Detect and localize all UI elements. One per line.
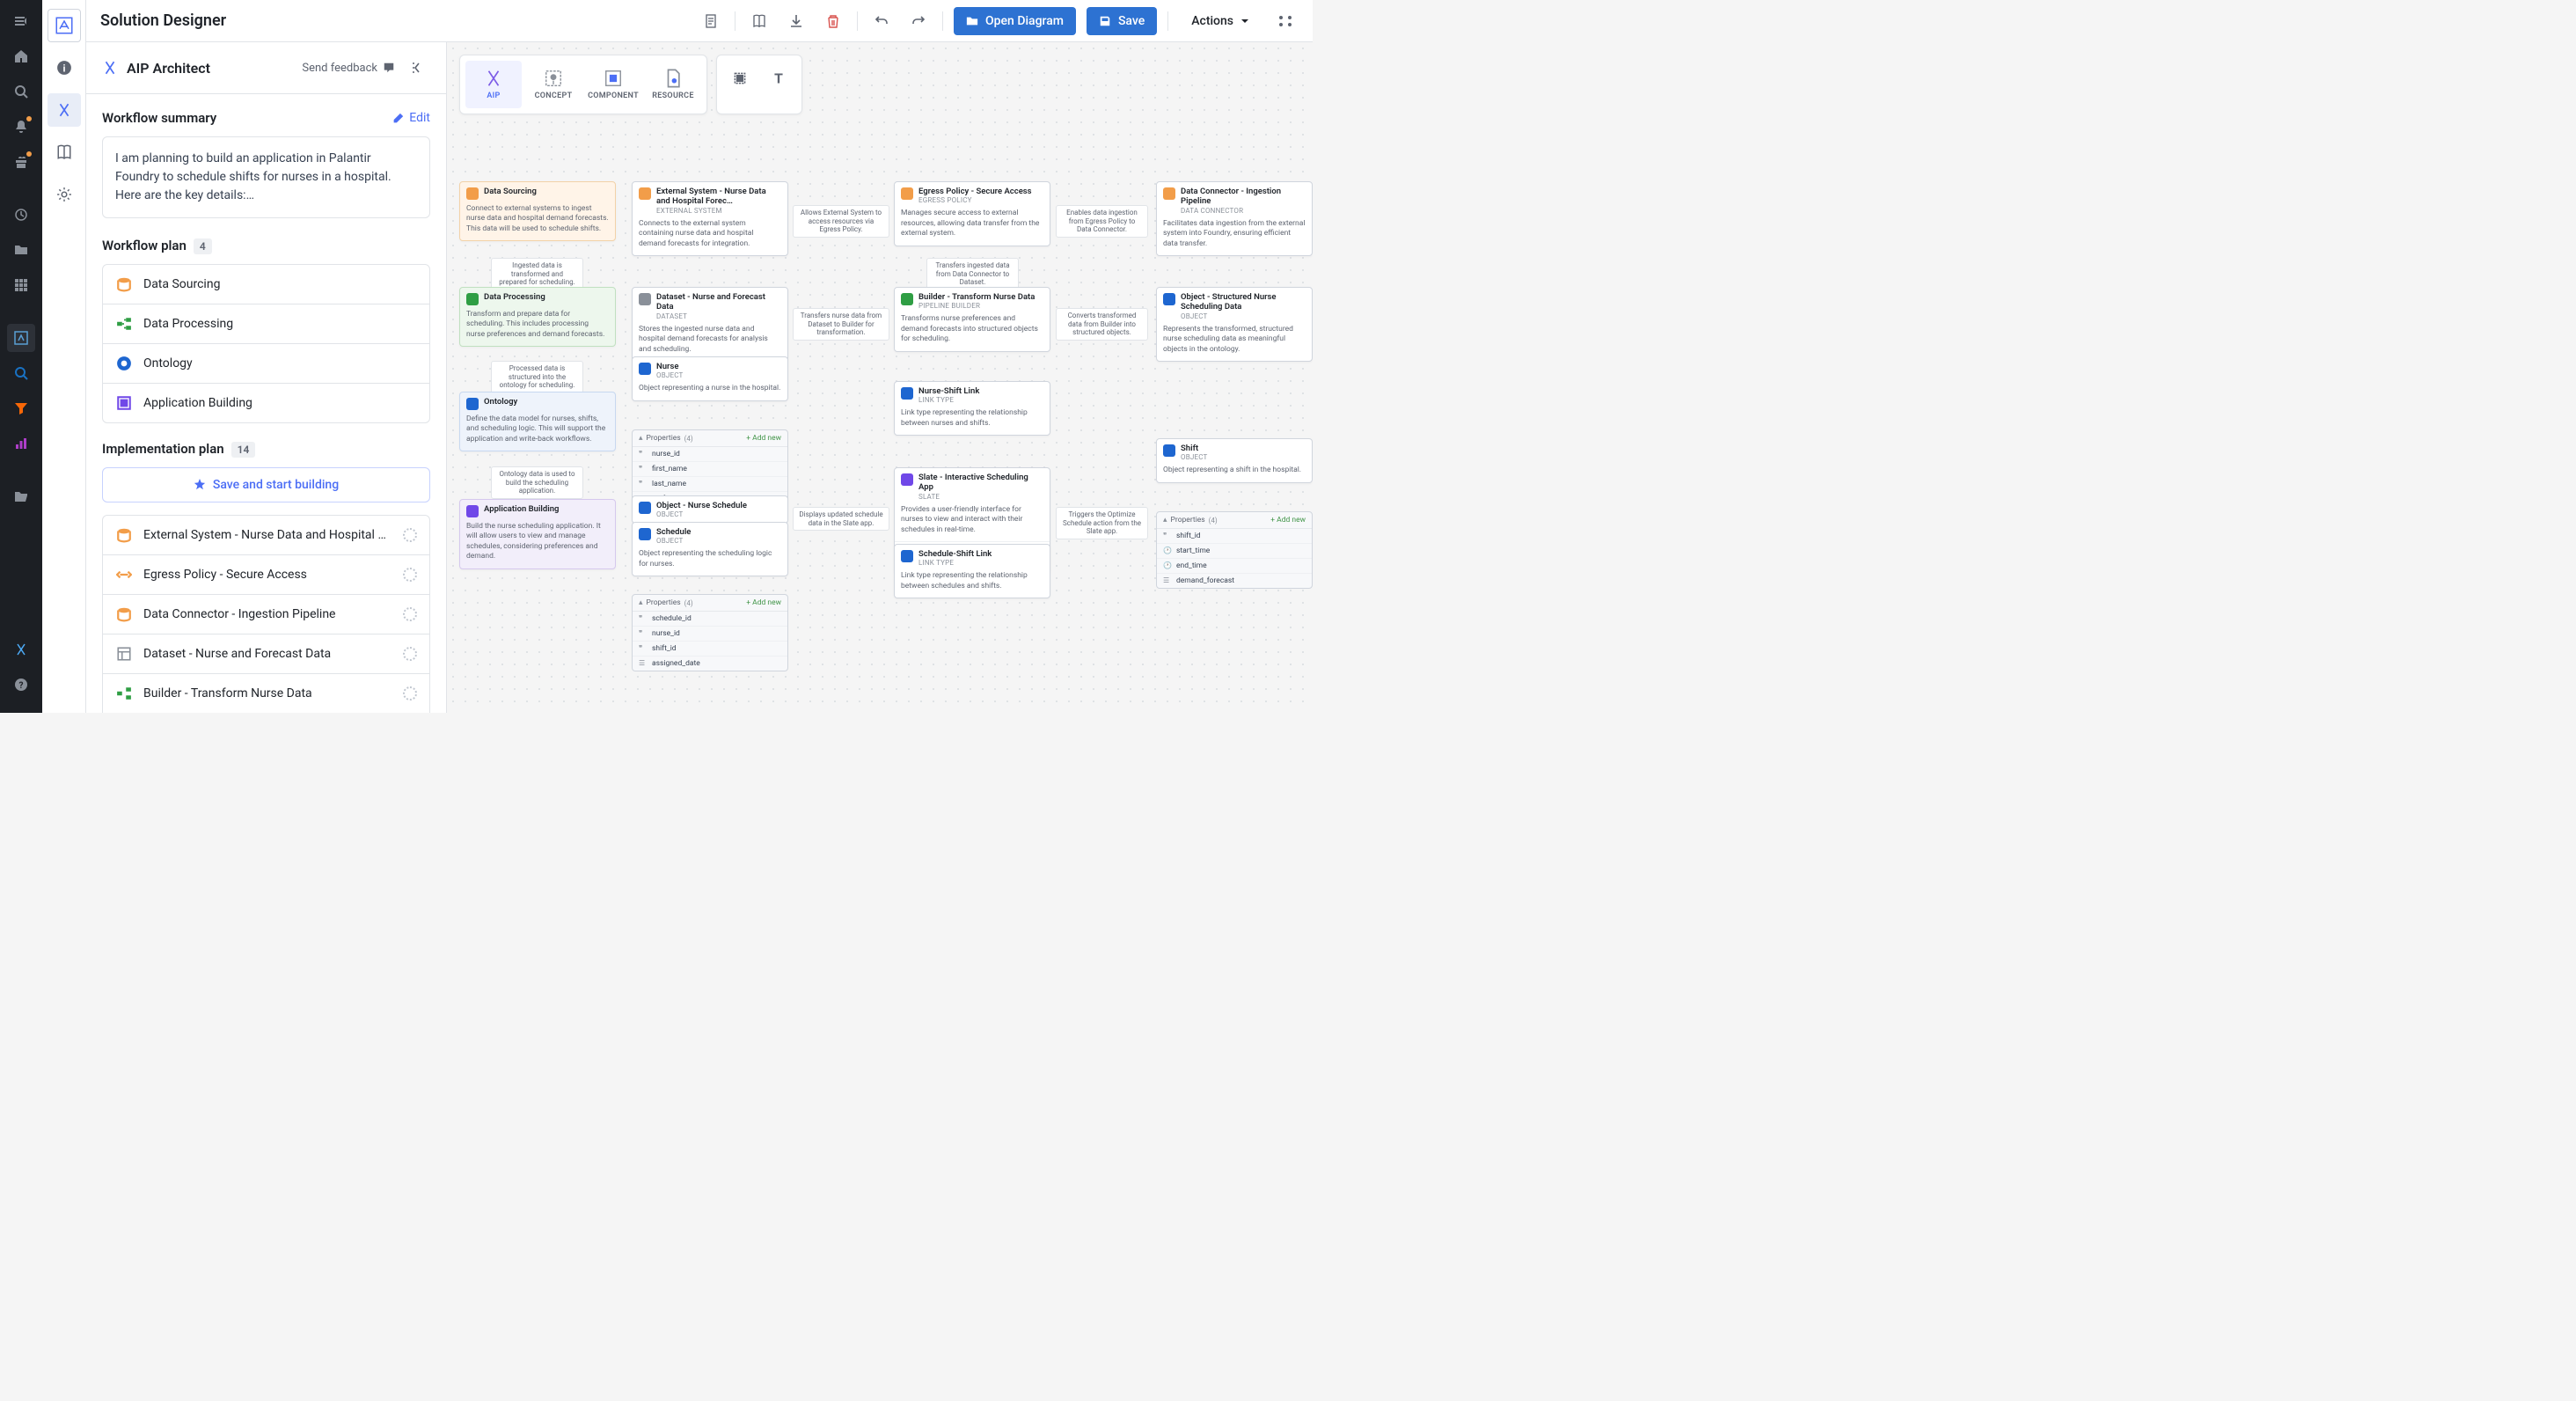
tool-concept[interactable]: CONCEPT — [525, 61, 582, 108]
node-dataset[interactable]: Dataset - Nurse and Forecast DataDATASET… — [632, 287, 788, 362]
workflow-plan-list: Data Sourcing Data Processing Ontology A… — [102, 264, 430, 423]
undo-icon[interactable] — [868, 8, 895, 34]
app-title: Solution Designer — [100, 11, 226, 30]
plan-item-data-sourcing[interactable]: Data Sourcing — [103, 265, 429, 304]
add-property-button[interactable]: + Add new — [1270, 516, 1306, 524]
collapse-panel-icon[interactable] — [404, 55, 430, 81]
second-rail: i — [42, 0, 86, 713]
edge-label: Enables data ingestion from Egress Polic… — [1056, 205, 1148, 238]
node-data-sourcing[interactable]: Data Sourcing Connect to external system… — [459, 181, 616, 241]
tool-aip[interactable]: AIP — [465, 61, 522, 108]
node-egress[interactable]: Egress Policy - Secure AccessEGRESS POLI… — [894, 181, 1050, 246]
edge-label: Ingested data is transformed and prepare… — [491, 258, 583, 290]
book-icon[interactable] — [48, 136, 81, 169]
save-and-build-button[interactable]: Save and start building — [102, 467, 430, 502]
plan-item-ontology[interactable]: Ontology — [103, 344, 429, 384]
designer-main-icon[interactable] — [48, 9, 81, 42]
edge-label: Ontology data is used to build the sched… — [491, 466, 583, 499]
canvas[interactable]: AIP CONCEPT COMPONENT RESOURCE T Data So… — [447, 42, 1313, 713]
keyboard-icon[interactable] — [1272, 8, 1299, 34]
trash-icon[interactable] — [820, 8, 846, 34]
impl-item[interactable]: External System - Nurse Data and Hospita… — [103, 516, 429, 555]
node-external-system[interactable]: External System - Nurse Data and Hospita… — [632, 181, 788, 256]
edge-label: Allows External System to access resourc… — [793, 205, 889, 238]
impl-item[interactable]: Data Connector - Ingestion Pipeline — [103, 595, 429, 634]
topbar: Solution Designer Open Diagram Save Acti… — [86, 0, 1313, 42]
add-property-button[interactable]: + Add new — [746, 598, 781, 607]
impl-item[interactable]: Egress Policy - Secure Access — [103, 555, 429, 595]
notifications-icon[interactable] — [7, 113, 35, 141]
gift-icon[interactable] — [7, 148, 35, 176]
panel-title: AIP Architect — [127, 60, 293, 77]
download-icon[interactable] — [783, 8, 809, 34]
edge-label: Converts transformed data from Builder i… — [1056, 308, 1148, 341]
redo-icon[interactable] — [905, 8, 932, 34]
node-shift[interactable]: ShiftOBJECT Object representing a shift … — [1156, 438, 1313, 483]
plan-item-data-processing[interactable]: Data Processing — [103, 304, 429, 344]
edit-summary-link[interactable]: Edit — [392, 111, 430, 125]
impl-item[interactable]: Builder - Transform Nurse Data — [103, 674, 429, 713]
filter-icon[interactable] — [7, 394, 35, 422]
node-ontology[interactable]: Ontology Define the data model for nurse… — [459, 392, 616, 451]
info-icon[interactable]: i — [48, 51, 81, 84]
node-nurse-shift-link[interactable]: Nurse-Shift LinkLINK TYPE Link type repr… — [894, 381, 1050, 436]
designer-icon[interactable] — [7, 324, 35, 352]
svg-text:i: i — [62, 63, 65, 75]
summary-text: I am planning to build an application in… — [102, 136, 430, 218]
impl-plan-list: External System - Nurse Data and Hospita… — [102, 515, 430, 713]
edge-label: Displays updated schedule data in the Sl… — [793, 507, 889, 531]
panel-header: AIP Architect Send feedback — [86, 42, 446, 94]
workflow-plan-heading: Workflow plan4 — [102, 238, 430, 253]
node-schedule-shift-link[interactable]: Schedule-Shift LinkLINK TYPE Link type r… — [894, 544, 1050, 598]
workflow-summary-heading: Workflow summary — [102, 110, 392, 126]
architect-icon[interactable] — [48, 93, 81, 127]
node-object-structured[interactable]: Object - Structured Nurse Scheduling Dat… — [1156, 287, 1313, 362]
apps-icon[interactable] — [7, 271, 35, 299]
tool-resource[interactable]: RESOURCE — [645, 61, 701, 108]
svg-text:?: ? — [19, 681, 24, 691]
svg-text:T: T — [774, 70, 783, 86]
home-icon[interactable] — [7, 42, 35, 70]
impl-plan-heading: Implementation plan14 — [102, 441, 430, 457]
actions-dropdown[interactable]: Actions — [1179, 7, 1262, 35]
node-nurse[interactable]: NurseOBJECT Object representing a nurse … — [632, 356, 788, 401]
add-property-button[interactable]: + Add new — [746, 434, 781, 443]
help-icon[interactable]: ? — [7, 671, 35, 699]
plan-item-application[interactable]: Application Building — [103, 384, 429, 422]
node-data-connector[interactable]: Data Connector - Ingestion PipelineDATA … — [1156, 181, 1313, 256]
aip-icon-bottom[interactable] — [7, 635, 35, 664]
document-icon[interactable] — [698, 8, 724, 34]
node-schedule[interactable]: ScheduleOBJECT Object representing the s… — [632, 522, 788, 576]
gear-icon[interactable] — [48, 178, 81, 211]
chart-icon[interactable] — [7, 429, 35, 458]
canvas-toolbar: AIP CONCEPT COMPONENT RESOURCE T — [459, 55, 802, 114]
folder-open-icon[interactable] — [7, 482, 35, 510]
node-object-nurse-schedule[interactable]: Object - Nurse ScheduleOBJECT — [632, 495, 788, 524]
edge-label: Transfers ingested data from Data Connec… — [926, 258, 1019, 290]
edge-label: Triggers the Optimize Schedule action fr… — [1056, 507, 1148, 539]
far-left-rail: ? — [0, 0, 42, 713]
impl-item[interactable]: Dataset - Nurse and Forecast Data — [103, 634, 429, 674]
shift-properties[interactable]: ▴Properties(4)+ Add new ❞shift_id 🕐start… — [1156, 511, 1313, 589]
tool-component[interactable]: COMPONENT — [585, 61, 641, 108]
search-icon[interactable] — [7, 77, 35, 106]
menu-icon[interactable] — [7, 7, 35, 35]
search-highlighted-icon[interactable] — [7, 359, 35, 387]
book-open-icon[interactable] — [746, 8, 772, 34]
node-data-processing[interactable]: Data Processing Transform and prepare da… — [459, 287, 616, 347]
edge-label: Transfers nurse data from Dataset to Bui… — [793, 308, 889, 341]
tool-select[interactable] — [722, 61, 757, 96]
edge-label: Processed data is structured into the on… — [491, 361, 583, 393]
open-diagram-button[interactable]: Open Diagram — [954, 7, 1076, 35]
node-builder[interactable]: Builder - Transform Nurse DataPIPELINE B… — [894, 287, 1050, 352]
save-button[interactable]: Save — [1087, 7, 1157, 35]
schedule-properties[interactable]: ▴Properties(4)+ Add new ❞schedule_id ❞nu… — [632, 594, 788, 671]
left-panel: AIP Architect Send feedback Workflow sum… — [86, 42, 447, 713]
tool-text[interactable]: T — [761, 61, 796, 96]
send-feedback-link[interactable]: Send feedback — [302, 62, 395, 75]
folder-icon[interactable] — [7, 236, 35, 264]
history-icon[interactable] — [7, 201, 35, 229]
node-app-building[interactable]: Application Building Build the nurse sch… — [459, 499, 616, 569]
